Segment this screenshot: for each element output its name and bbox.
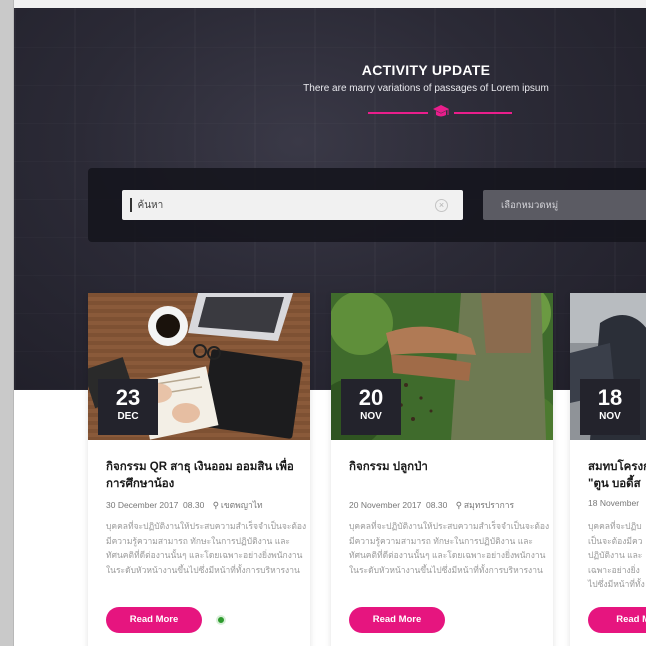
date-badge: 23 DEC <box>98 379 158 435</box>
page-frame: ACTIVITY UPDATE There are marry variatio… <box>0 0 646 646</box>
date-day: 20 <box>358 385 384 410</box>
date-day: 18 <box>597 385 623 410</box>
clear-icon[interactable]: × <box>435 199 448 212</box>
date-day: 23 <box>115 385 141 410</box>
graduation-cap-icon <box>433 105 449 117</box>
event-location: เขตพญาไท <box>220 500 263 510</box>
activity-card: 23 DEC กิจกรรม QR สาธุ เงินออม ออมสิน เพ… <box>88 293 310 646</box>
activity-card: 20 NOV กิจกรรม ปลูกป่า 20 November 2017 … <box>331 293 553 646</box>
date-month: DEC <box>117 411 139 422</box>
activity-card: 18 NOV สมทบโครงก "ตูน บอดี้ส 18 November… <box>570 293 646 646</box>
top-bar <box>14 0 646 8</box>
event-date: 20 November 2017 <box>349 500 422 510</box>
status-dot <box>216 615 226 625</box>
section-subtitle: There are marry variations of passages o… <box>303 83 549 94</box>
search-input[interactable]: ค้นหา <box>122 190 463 220</box>
read-more-button[interactable]: Read More <box>349 607 445 633</box>
text-cursor <box>130 198 132 212</box>
card-description: บุคคลที่จะปฏิบัติงานให้ประสบความสำเร็จจำ… <box>106 521 307 575</box>
category-placeholder: เลือกหมวดหมู่ <box>501 199 559 211</box>
card-meta: 30 December 2017 08.30 ⚲ เขตพญาไท <box>106 498 316 512</box>
window-edge <box>0 0 14 646</box>
date-badge: 20 NOV <box>341 379 401 435</box>
card-title[interactable]: สมทบโครงก "ตูน บอดี้ส <box>588 459 646 493</box>
card-meta: 20 November 2017 08.30 ⚲ สมุทรปราการ <box>349 498 559 512</box>
date-month: NOV <box>599 411 621 422</box>
read-more-button[interactable]: Read More <box>106 607 202 633</box>
card-description: บุคคลที่จะปฏิบ เป็นจะต้องมีคว ปฏิบัติงาน… <box>588 521 645 589</box>
read-more-button[interactable]: Read Mo <box>588 607 646 633</box>
event-time: 08.30 <box>183 500 205 510</box>
event-location: สมุทรปราการ <box>463 500 515 510</box>
date-badge: 18 NOV <box>580 379 640 435</box>
event-time: 08.30 <box>426 500 448 510</box>
category-select[interactable]: เลือกหมวดหมู่ <box>483 190 646 220</box>
location-pin-icon: ⚲ <box>455 500 462 510</box>
title-divider-left <box>368 112 428 114</box>
search-placeholder: ค้นหา <box>137 199 164 211</box>
date-month: NOV <box>360 411 382 422</box>
card-title[interactable]: กิจกรรม ปลูกป่า <box>349 459 549 476</box>
card-meta: 18 November <box>588 498 646 508</box>
card-description: บุคคลที่จะปฏิบัติงานให้ประสบความสำเร็จจำ… <box>349 521 550 575</box>
title-divider-right <box>454 112 512 114</box>
card-title[interactable]: กิจกรรม QR สาธุ เงินออม ออมสิน เพื่อการศ… <box>106 459 306 493</box>
event-date: 18 November <box>588 498 640 508</box>
section-title: ACTIVITY UPDATE <box>361 62 491 78</box>
location-pin-icon: ⚲ <box>212 500 219 510</box>
event-date: 30 December 2017 <box>106 500 179 510</box>
